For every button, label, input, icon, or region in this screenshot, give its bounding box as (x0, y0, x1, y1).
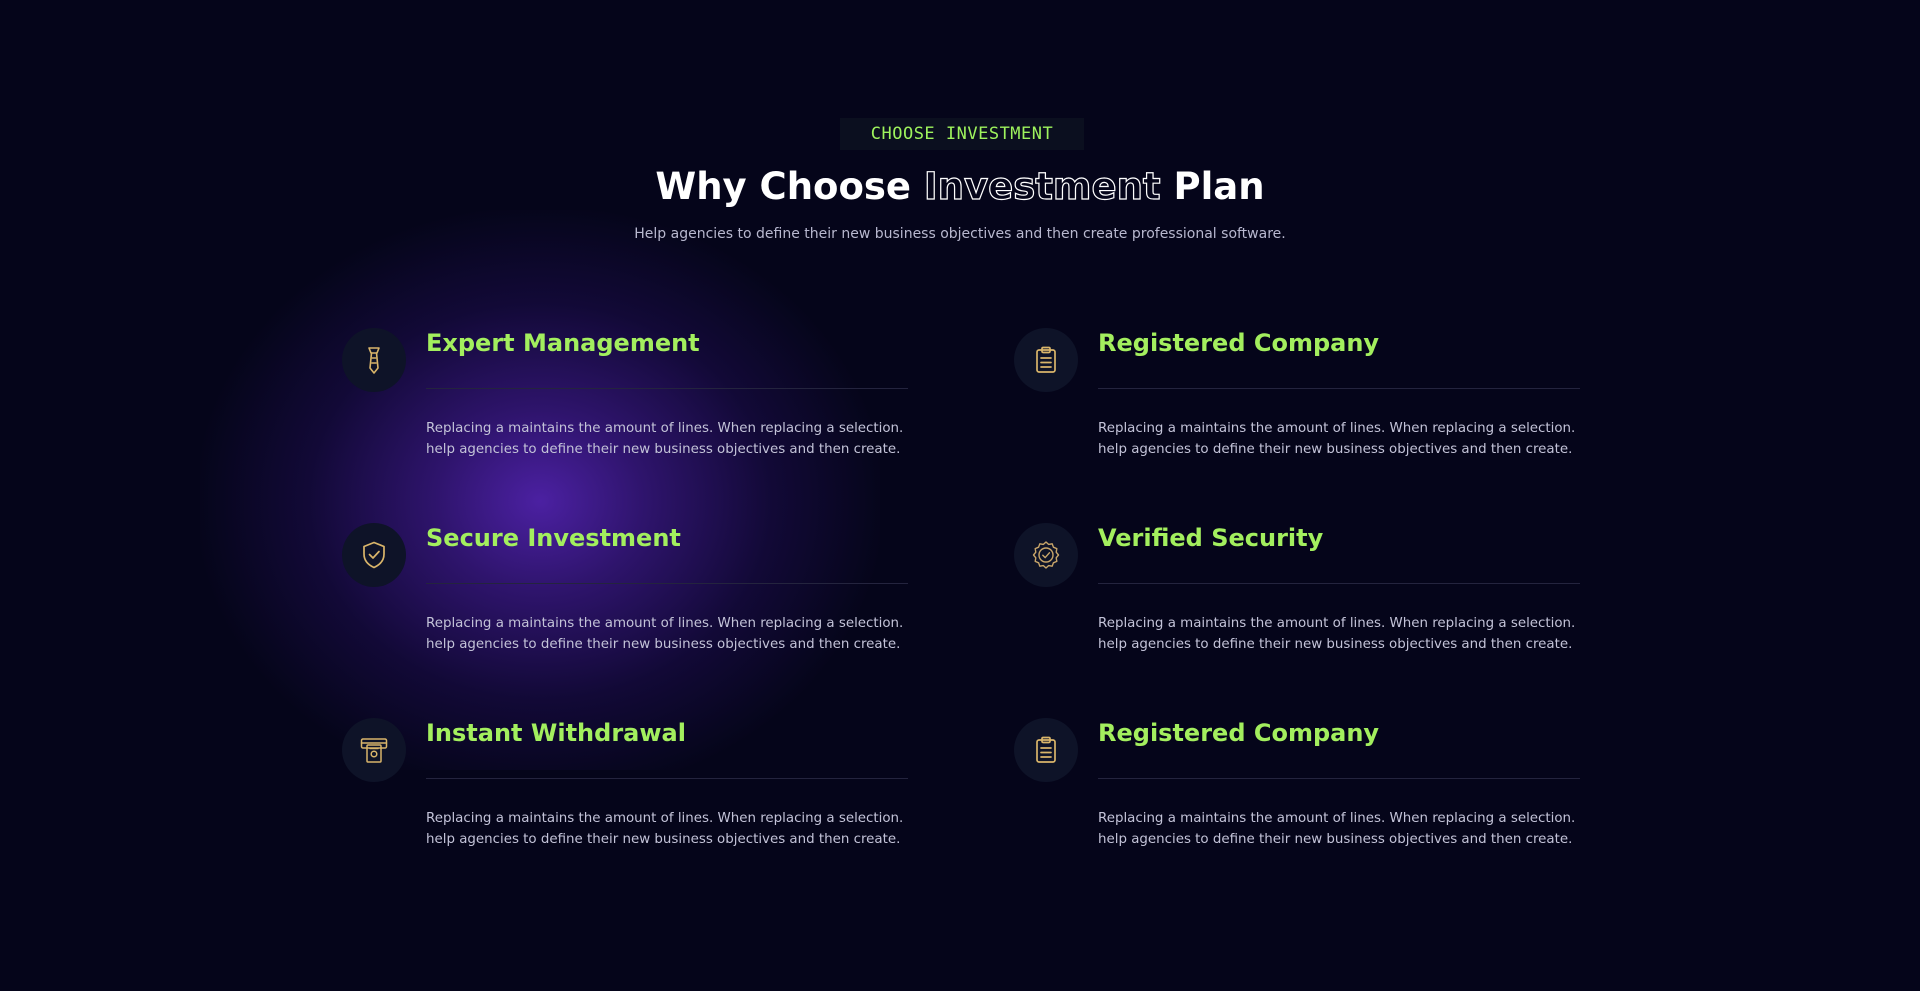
feature-title: Registered Company (1098, 719, 1380, 747)
feature-divider (1098, 778, 1580, 779)
feature-description: Replacing a maintains the amount of line… (1098, 418, 1588, 460)
tie-icon (342, 328, 406, 392)
feature-description: Replacing a maintains the amount of line… (1098, 613, 1588, 655)
feature-registered-company: Registered Company Replacing a maintains… (1014, 328, 1584, 468)
feature-divider (426, 388, 908, 389)
feature-description-line: help agencies to define their new busine… (426, 832, 901, 847)
feature-divider (426, 778, 908, 779)
clipboard-icon (1014, 328, 1078, 392)
feature-title: Secure Investment (426, 524, 681, 552)
feature-description-line: Replacing a maintains the amount of line… (1098, 811, 1576, 826)
section-title: Why Choose Investment Plan (0, 160, 1920, 214)
feature-description: Replacing a maintains the amount of line… (426, 613, 916, 655)
feature-description-line: help agencies to define their new busine… (1098, 832, 1573, 847)
feature-divider (1098, 388, 1580, 389)
feature-divider (1098, 583, 1580, 584)
feature-title: Expert Management (426, 329, 700, 357)
verified-badge-icon (1014, 523, 1078, 587)
feature-description-line: help agencies to define their new busine… (426, 637, 901, 652)
feature-description-line: help agencies to define their new busine… (1098, 442, 1573, 457)
feature-description-line: Replacing a maintains the amount of line… (426, 616, 904, 631)
feature-description-line: Replacing a maintains the amount of line… (1098, 421, 1576, 436)
feature-description-line: Replacing a maintains the amount of line… (426, 811, 904, 826)
feature-description: Replacing a maintains the amount of line… (426, 808, 916, 850)
section-subtitle: Help agencies to define their new busine… (634, 226, 1286, 242)
feature-description: Replacing a maintains the amount of line… (1098, 808, 1588, 850)
feature-expert-management: Expert Management Replacing a maintains … (342, 328, 912, 468)
title-part-2: Plan (1160, 165, 1265, 208)
feature-title: Verified Security (1098, 524, 1324, 552)
title-part-1: Why Choose (655, 165, 924, 208)
feature-divider (426, 583, 908, 584)
clipboard-icon (1014, 718, 1078, 782)
feature-verified-security: Verified Security Replacing a maintains … (1014, 523, 1584, 663)
feature-title: Registered Company (1098, 329, 1380, 357)
title-highlight: Investment (923, 164, 1161, 208)
feature-description-line: Replacing a maintains the amount of line… (426, 421, 904, 436)
feature-description-line: help agencies to define their new busine… (426, 442, 901, 457)
section-header: CHOOSE INVESTMENT Why Choose Investment … (0, 0, 1920, 260)
section-tag: CHOOSE INVESTMENT (840, 118, 1084, 150)
feature-secure-investment: Secure Investment Replacing a maintains … (342, 523, 912, 663)
feature-instant-withdrawal: Instant Withdrawal Replacing a maintains… (342, 718, 912, 858)
feature-registered-company-2: Registered Company Replacing a maintains… (1014, 718, 1584, 858)
feature-description-line: help agencies to define their new busine… (1098, 637, 1573, 652)
background-glow (200, 210, 880, 770)
feature-description-line: Replacing a maintains the amount of line… (1098, 616, 1576, 631)
shield-check-icon (342, 523, 406, 587)
atm-withdrawal-icon (342, 718, 406, 782)
feature-description: Replacing a maintains the amount of line… (426, 418, 916, 460)
feature-title: Instant Withdrawal (426, 719, 686, 747)
